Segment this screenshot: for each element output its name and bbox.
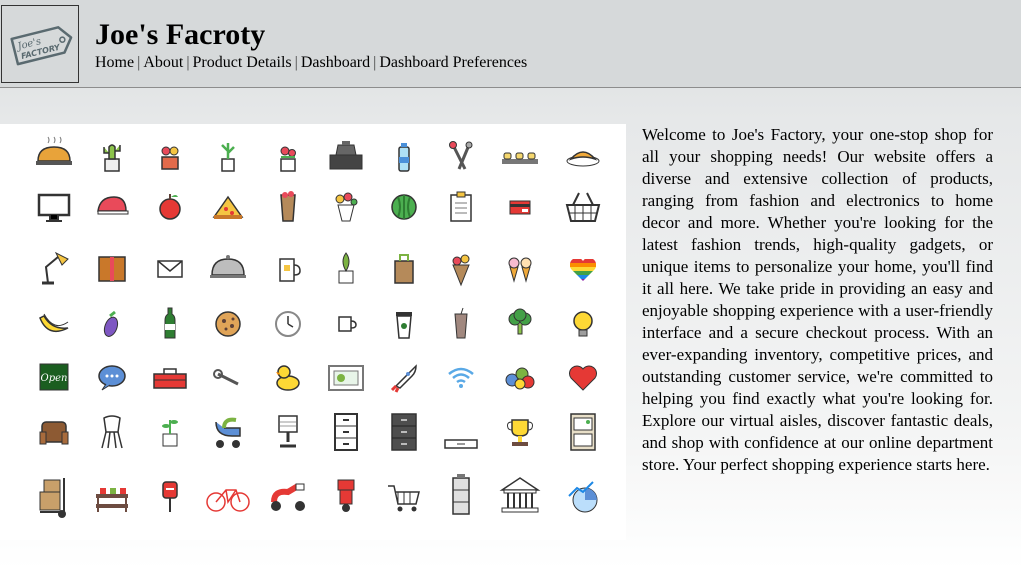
hand-truck-icon bbox=[39, 478, 66, 518]
nav-about[interactable]: About bbox=[143, 54, 183, 71]
nav-product-details[interactable]: Product Details bbox=[193, 54, 292, 71]
iced-drink-icon bbox=[454, 307, 468, 339]
nav-dashboard[interactable]: Dashboard bbox=[301, 54, 370, 71]
pizza-slice-icon bbox=[212, 195, 244, 219]
monitor-icon bbox=[37, 193, 71, 222]
paper-bag-icon bbox=[394, 254, 414, 284]
wall-clock-icon bbox=[275, 311, 301, 337]
flower-cone-icon bbox=[452, 254, 470, 287]
banana-icon bbox=[39, 313, 69, 333]
cookie-icon bbox=[215, 311, 241, 337]
plant-pot-icon bbox=[221, 143, 235, 172]
light-bulb-icon bbox=[573, 311, 593, 337]
rubber-duck-icon bbox=[276, 365, 300, 391]
drawer-icon bbox=[444, 439, 478, 449]
gallery-illustration: Open bbox=[36, 136, 601, 518]
potted-plant-icon bbox=[338, 252, 354, 284]
croissant-icon bbox=[566, 151, 600, 167]
eggplant-icon bbox=[103, 310, 119, 337]
ice-cream-icon bbox=[508, 257, 532, 283]
flower-pot-icon bbox=[161, 146, 179, 170]
food-cloche-icon bbox=[210, 255, 246, 278]
water-bottle-icon bbox=[398, 143, 410, 172]
open-sign-icon: Open bbox=[39, 363, 69, 391]
growth-chart-icon bbox=[568, 481, 598, 513]
wifi-icon bbox=[448, 367, 474, 388]
product-icon-gallery: Open bbox=[0, 124, 626, 540]
coffee-cup-icon bbox=[396, 312, 412, 339]
bicycle-icon bbox=[206, 489, 250, 512]
mug-icon bbox=[279, 258, 301, 282]
broccoli-icon bbox=[508, 308, 532, 335]
cactus-icon bbox=[103, 144, 121, 172]
balloons-icon bbox=[505, 367, 535, 390]
nav-separator: | bbox=[294, 54, 298, 71]
dresser-icon bbox=[391, 413, 417, 451]
sprout-icon bbox=[162, 420, 178, 447]
site-title: Joe's Facroty bbox=[95, 18, 266, 51]
chair-icon bbox=[101, 415, 123, 449]
scooter-icon bbox=[271, 483, 305, 511]
credit-card-icon bbox=[509, 200, 531, 215]
kitchen-tools-icon bbox=[449, 141, 473, 170]
cap-icon bbox=[97, 196, 129, 215]
shopping-cart-icon bbox=[388, 485, 420, 512]
nav-separator: | bbox=[373, 54, 377, 71]
main-nav: Home | About | Product Details | Dashboard | Das… bbox=[95, 53, 527, 73]
chat-bubble-icon bbox=[98, 365, 126, 391]
rocket-icon bbox=[390, 364, 417, 393]
wrench-icon bbox=[213, 369, 239, 386]
trophy-icon bbox=[507, 419, 533, 446]
rainbow-heart-icon bbox=[570, 259, 596, 282]
intro-paragraph: Welcome to Joe's Factory, your one-stop … bbox=[642, 125, 993, 474]
filing-cabinet-icon bbox=[334, 413, 358, 451]
flowers-icon bbox=[280, 146, 296, 172]
delivery-bike-icon bbox=[337, 479, 355, 512]
nav-separator: | bbox=[186, 54, 190, 71]
clipboard-icon bbox=[450, 191, 472, 222]
desk-lamp-icon bbox=[42, 251, 69, 285]
bank-icon bbox=[499, 477, 541, 513]
cup-icon bbox=[338, 316, 357, 332]
nav-separator: | bbox=[137, 54, 141, 71]
book-icon bbox=[98, 256, 126, 282]
server-icon bbox=[452, 474, 470, 515]
plant-stand-icon bbox=[96, 488, 128, 512]
office-chair-icon bbox=[278, 415, 298, 448]
wine-bottle-icon bbox=[164, 307, 176, 339]
nav-dashboard-preferences[interactable]: Dashboard Preferences bbox=[379, 54, 527, 71]
armchair-icon bbox=[39, 421, 69, 445]
heart-icon bbox=[569, 365, 597, 391]
bread-icon bbox=[36, 136, 72, 165]
wrapped-flowers-icon bbox=[280, 191, 296, 222]
bouquet-icon bbox=[335, 192, 358, 222]
shopping-basket-icon bbox=[565, 192, 601, 222]
envelope-icon bbox=[157, 260, 183, 278]
site-logo[interactable]: Joe's FACTORY bbox=[1, 5, 79, 83]
cash-register-icon bbox=[329, 141, 363, 170]
watermelon-icon bbox=[391, 194, 417, 220]
site-header: Joe's FACTORY Joe's Facroty Home | About | P… bbox=[0, 0, 1021, 88]
svg-text:Open: Open bbox=[41, 373, 68, 384]
apple-icon bbox=[159, 194, 181, 220]
cabinet-icon bbox=[570, 413, 596, 451]
tablet-icon bbox=[328, 365, 364, 391]
logo-tag-icon: Joe's FACTORY bbox=[10, 26, 73, 66]
sushi-icon bbox=[502, 152, 538, 164]
nav-home[interactable]: Home bbox=[95, 54, 134, 71]
toolbox-icon bbox=[153, 368, 187, 389]
mailbox-icon bbox=[162, 481, 178, 512]
stroller-icon bbox=[215, 417, 241, 448]
